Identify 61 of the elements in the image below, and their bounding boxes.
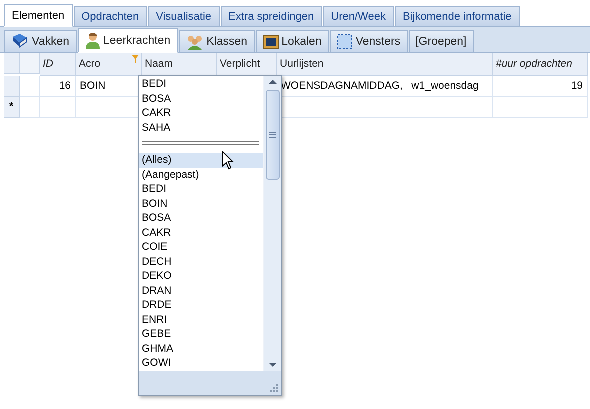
tab-label: Lokalen xyxy=(282,36,322,48)
tab[interactable]: Visualisatie xyxy=(148,6,220,27)
list-item[interactable]: BOIN xyxy=(139,196,263,211)
tab-label: Leerkrachten xyxy=(104,34,171,46)
column-header[interactable]: Verplicht xyxy=(217,53,277,76)
person-icon xyxy=(84,32,101,49)
row-header xyxy=(4,53,20,74)
list-item[interactable]: SAHA xyxy=(139,120,263,135)
tab[interactable]: [Groepen] xyxy=(408,30,474,53)
tab[interactable]: Elementen xyxy=(4,4,73,27)
list-item[interactable]: BOSA xyxy=(139,92,263,106)
monitor-icon xyxy=(262,34,279,48)
list-item[interactable]: DRAN xyxy=(139,284,263,298)
dashed-frame-icon xyxy=(336,34,353,50)
mouse-cursor-icon xyxy=(222,151,234,170)
row-header[interactable] xyxy=(4,76,20,97)
table-cell: 16 xyxy=(40,76,76,97)
table-cell xyxy=(20,97,40,118)
table-cell xyxy=(20,76,40,97)
list-item[interactable]: CAKR xyxy=(139,106,263,120)
new-row-marker[interactable]: * xyxy=(4,97,20,118)
list-item[interactable]: DRDE xyxy=(139,298,263,312)
tab[interactable]: Vakken xyxy=(4,30,77,53)
tab-label: [Groepen] xyxy=(416,36,467,48)
list-item[interactable]: GHMA xyxy=(139,342,263,356)
tab[interactable]: Vensters xyxy=(330,30,408,53)
list-item[interactable]: COIE xyxy=(139,240,263,254)
table-cell: 19 xyxy=(493,76,588,97)
tab[interactable]: Leerkrachten xyxy=(78,28,178,53)
tab[interactable]: Extra spreidingen xyxy=(220,6,322,27)
tab[interactable]: Uren/Week xyxy=(323,6,394,27)
book-icon xyxy=(11,33,29,50)
column-header[interactable]: Naam xyxy=(142,53,217,76)
list-item[interactable]: DECH xyxy=(139,254,263,269)
column-header[interactable]: #uur opdrachten xyxy=(493,53,588,76)
resize-grip-icon[interactable] xyxy=(270,384,278,392)
list-item[interactable]: (Aangepast) xyxy=(139,168,263,182)
tab-label: Vakken xyxy=(32,36,70,48)
filter-icon[interactable] xyxy=(132,55,139,63)
column-header[interactable]: Acro xyxy=(76,53,142,76)
list-item[interactable]: GOWI xyxy=(139,356,263,370)
column-header xyxy=(20,53,40,74)
list-item[interactable]: (Alles) xyxy=(139,153,263,168)
list-item[interactable]: BEDI xyxy=(139,182,263,196)
tab[interactable]: Bijkomende informatie xyxy=(394,6,520,27)
tab[interactable]: Klassen xyxy=(178,30,255,53)
list-item[interactable]: BEDI xyxy=(139,77,263,92)
scrollbar[interactable] xyxy=(263,76,281,371)
tab[interactable]: Opdrachten xyxy=(74,6,148,27)
people-icon xyxy=(186,34,204,50)
tab[interactable]: Lokalen xyxy=(256,30,329,53)
tab-label: Vensters xyxy=(356,36,401,48)
list-item[interactable]: GEBE xyxy=(139,327,263,342)
tab-label: Klassen xyxy=(206,36,248,48)
list-item[interactable]: ENRI xyxy=(139,312,263,327)
list-item[interactable]: DEKO xyxy=(139,269,263,284)
column-header[interactable]: ID xyxy=(40,53,76,76)
list-item[interactable]: BOSA xyxy=(139,211,263,226)
list-item[interactable]: CAKR xyxy=(139,226,263,240)
column-header[interactable]: Uurlijsten xyxy=(277,53,493,76)
grip-icon xyxy=(269,132,276,138)
